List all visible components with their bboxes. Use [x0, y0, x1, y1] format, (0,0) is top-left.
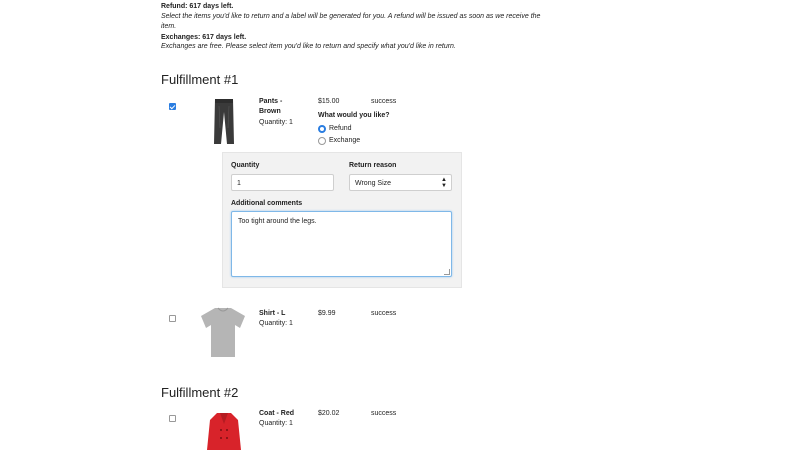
comments-textarea[interactable]: Too tight around the legs. — [231, 211, 452, 277]
refund-option-label: Refund — [329, 125, 352, 132]
fulfillment-title: Fulfillment #1 — [161, 72, 239, 87]
item-name: Pants - Brown — [259, 98, 283, 115]
exchange-option-label: Exchange — [329, 137, 361, 144]
item-price: $9.99 — [318, 310, 336, 317]
refund-text: Select the items you'd like to return an… — [161, 13, 541, 30]
return-reason-value: Wrong Size — [355, 180, 392, 187]
choice-label: What would you like? — [318, 112, 390, 119]
item-price: $20.02 — [318, 410, 340, 417]
item-checkbox-coat[interactable] — [169, 415, 176, 422]
item-status: success — [371, 410, 397, 417]
quantity-label: Quantity — [231, 162, 260, 169]
item-checkbox-pants[interactable] — [169, 103, 176, 110]
refund-radio[interactable] — [318, 125, 326, 133]
item-name: Shirt - L — [259, 310, 286, 317]
item-status: success — [371, 98, 397, 105]
item-checkbox-shirt[interactable] — [169, 315, 176, 322]
pants-image — [209, 98, 239, 146]
coat-image — [203, 410, 245, 450]
item-quantity: Quantity: 1 — [259, 320, 293, 327]
fulfillment-title: Fulfillment #2 — [161, 385, 239, 400]
item-name: Coat - Red — [259, 410, 294, 417]
comments-value: Too tight around the legs. — [238, 218, 317, 225]
comments-label: Additional comments — [231, 200, 303, 207]
quantity-input[interactable]: 1 — [231, 174, 334, 191]
item-quantity: Quantity: 1 — [259, 420, 293, 427]
item-price: $15.00 — [318, 98, 340, 105]
return-reason-select[interactable]: Wrong Size ▲ ▼ — [349, 174, 452, 191]
exchange-text: Exchanges are free. Please select item y… — [161, 43, 456, 50]
item-quantity: Quantity: 1 — [259, 119, 293, 126]
item-status: success — [371, 310, 397, 317]
return-reason-label: Return reason — [349, 162, 397, 169]
exchange-radio[interactable] — [318, 137, 326, 145]
quantity-value: 1 — [237, 180, 241, 187]
resize-handle-icon[interactable] — [444, 269, 450, 275]
shirt-image — [198, 306, 248, 358]
up-down-caret-icon: ▲ ▼ — [441, 177, 447, 189]
refund-title: Refund: 617 days left. — [161, 3, 234, 10]
